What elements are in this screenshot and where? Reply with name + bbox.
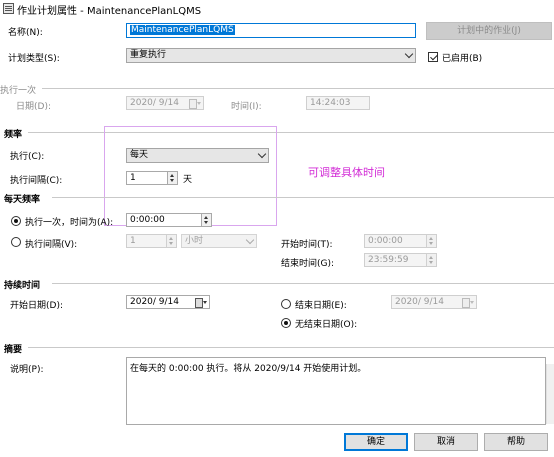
ok-button[interactable]: 确定 — [344, 433, 408, 451]
cancel-button[interactable]: 取消 — [414, 433, 478, 451]
recurs-every-label: 执行间隔(C): — [10, 176, 63, 186]
end-time-label: 结束时间(G): — [281, 259, 335, 269]
start-time-input[interactable]: 0:00:00 — [364, 234, 437, 248]
no-end-date-radio[interactable] — [281, 318, 291, 328]
occurs-once-at-time[interactable]: 0:00:00 — [126, 213, 212, 227]
chevron-down-icon — [245, 235, 255, 245]
occurs-once-at-value: 0:00:00 — [130, 215, 165, 225]
occurs-every-value: 1 — [130, 236, 136, 246]
spin-arrows-icon[interactable] — [426, 235, 436, 247]
occurs-label: 执行(C): — [10, 152, 45, 162]
start-date-label: 开始日期(D): — [10, 301, 63, 311]
calendar-icon[interactable] — [195, 297, 207, 308]
end-date-radio[interactable] — [281, 299, 291, 309]
schedule-type-value: 重复执行 — [130, 50, 167, 60]
once-section-divider — [42, 88, 554, 89]
once-section-title: 执行一次 — [0, 86, 37, 96]
duration-section-title: 持续时间 — [4, 281, 41, 291]
help-button[interactable]: 帮助 — [484, 433, 548, 451]
description-text: 在每天的 0:00:00 执行。将从 2020/9/14 开始使用计划。 — [130, 364, 367, 374]
occurs-every-radio[interactable] — [11, 237, 21, 247]
once-date-picker[interactable]: 2020/ 9/14 — [126, 96, 204, 110]
window-icon — [3, 3, 14, 14]
spin-arrows-icon[interactable] — [166, 235, 176, 247]
no-end-date-label: 无结束日期(O): — [295, 320, 358, 330]
chevron-down-icon — [404, 49, 414, 59]
window-title: 作业计划属性 - MaintenancePlanLQMS — [17, 6, 202, 17]
enabled-checkbox[interactable] — [428, 52, 438, 62]
description-scrollbar[interactable] — [546, 364, 554, 424]
end-time-input[interactable]: 23:59:59 — [364, 253, 437, 267]
start-time-value: 0:00:00 — [368, 236, 403, 246]
frequency-section-title: 频率 — [4, 130, 23, 140]
once-time-label: 时间(I): — [231, 102, 262, 112]
end-date-value: 2020/ 9/14 — [395, 297, 445, 307]
spin-arrows-icon[interactable] — [426, 254, 436, 266]
start-time-label: 开始时间(T): — [281, 240, 333, 250]
duration-section-divider — [52, 283, 554, 284]
occurs-once-at-radio[interactable] — [11, 216, 21, 226]
start-date-picker[interactable]: 2020/ 9/14 — [126, 295, 210, 309]
end-date-label: 结束日期(E): — [295, 301, 347, 311]
start-date-value: 2020/ 9/14 — [130, 297, 180, 307]
title-bar: 作业计划属性 - MaintenancePlanLQMS — [0, 0, 554, 18]
annotation-highlight-box — [104, 126, 277, 226]
scheduled-jobs-button[interactable]: 计划中的作业(J) — [426, 22, 552, 40]
occurs-every-unit-value: 小时 — [185, 236, 204, 246]
schedule-type-label: 计划类型(S): — [8, 54, 60, 64]
once-time-value: 14:24:03 — [310, 98, 351, 108]
once-date-value: 2020/ 9/14 — [130, 98, 180, 108]
calendar-icon — [189, 98, 201, 109]
occurs-every-unit-select[interactable]: 小时 — [181, 234, 257, 248]
once-time-input[interactable]: 14:24:03 — [306, 96, 370, 110]
daily-frequency-section-divider — [52, 197, 554, 198]
enabled-label: 已启用(B) — [442, 54, 483, 64]
summary-section-divider — [28, 347, 554, 348]
description-textbox[interactable]: 在每天的 0:00:00 执行。将从 2020/9/14 开始使用计划。 — [126, 357, 546, 425]
once-date-label: 日期(D): — [16, 102, 51, 112]
name-label: 名称(N): — [8, 28, 43, 38]
calendar-icon[interactable] — [462, 297, 474, 308]
occurs-every-stepper[interactable]: 1 — [126, 234, 177, 248]
name-input[interactable]: MaintenancePlanLQMS — [126, 23, 416, 38]
summary-section-title: 摘要 — [4, 345, 23, 355]
daily-frequency-section-title: 每天频率 — [4, 195, 41, 205]
end-date-picker[interactable]: 2020/ 9/14 — [391, 295, 477, 309]
annotation-text: 可调整具体时间 — [308, 166, 385, 179]
schedule-type-select[interactable]: 重复执行 — [126, 48, 416, 63]
occurs-every-label: 执行间隔(V): — [25, 240, 78, 250]
name-input-value: MaintenancePlanLQMS — [130, 25, 235, 35]
occurs-once-at-label: 执行一次，时间为(A): — [25, 218, 114, 228]
spin-arrows-icon[interactable] — [201, 214, 211, 226]
end-time-value: 23:59:59 — [368, 255, 409, 265]
description-label: 说明(P): — [10, 365, 44, 375]
